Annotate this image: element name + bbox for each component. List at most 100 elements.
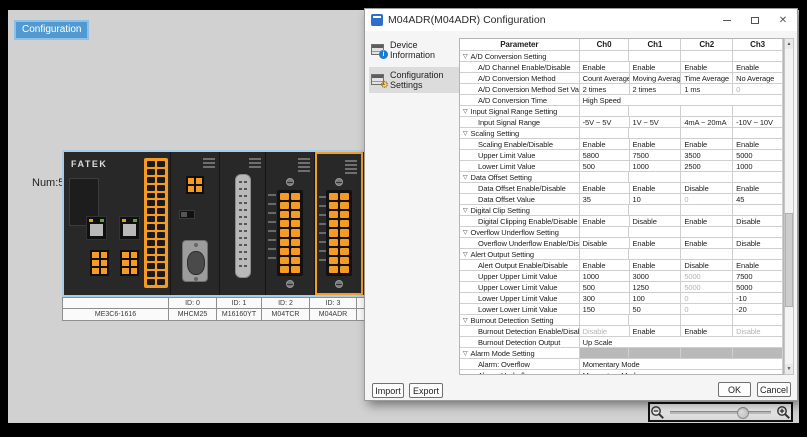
value-cell[interactable]: Enable [630, 260, 682, 271]
section-row[interactable]: ▽Input Signal Range Setting [460, 106, 783, 117]
value-cell[interactable]: Disable [580, 238, 630, 249]
value-cell[interactable] [580, 249, 630, 260]
value-cell[interactable]: 3500 [681, 150, 733, 161]
section-row[interactable]: ▽Digital Clip Setting [460, 205, 783, 216]
value-cell[interactable] [681, 205, 733, 216]
value-cell[interactable]: Enable [630, 326, 682, 337]
parameter-row[interactable]: Lower Limit Value500100025001000 [460, 161, 783, 172]
value-cell[interactable]: Enable [630, 62, 682, 73]
value-cell[interactable]: Enable [681, 139, 733, 150]
value-cell[interactable] [733, 348, 783, 359]
parameter-row[interactable]: Input Signal Range-5V ~ 5V1V ~ 5V4mA ~ 2… [460, 117, 783, 128]
value-cell[interactable]: -20 [733, 304, 783, 315]
value-cell[interactable]: 1000 [733, 161, 783, 172]
parameter-row[interactable]: Scaling Enable/DisableEnableEnableEnable… [460, 139, 783, 150]
value-cell[interactable]: Disable [733, 238, 783, 249]
value-cell[interactable]: Disable [681, 260, 733, 271]
value-cell[interactable] [681, 315, 733, 326]
parameter-row[interactable]: Data Offset Value3510045 [460, 194, 783, 205]
parameter-row[interactable]: Data Offset Enable/DisableEnableEnableDi… [460, 183, 783, 194]
value-cell[interactable]: 0 [681, 194, 733, 205]
value-cell[interactable] [580, 205, 630, 216]
value-cell[interactable]: Enable [733, 260, 783, 271]
value-cell[interactable]: Enable [580, 139, 630, 150]
parameter-row[interactable]: Alert Output Enable/DisableEnableEnableD… [460, 260, 783, 271]
section-row[interactable]: ▽Overflow Underflow Setting [460, 227, 783, 238]
value-cell[interactable]: Disable [733, 326, 783, 337]
value-cell[interactable] [580, 128, 630, 139]
parameter-row[interactable]: Upper Upper Limit Value1000300050007500 [460, 271, 783, 282]
value-cell[interactable]: -5V ~ 5V [580, 117, 630, 128]
section-row[interactable]: ▽Scaling Setting [460, 128, 783, 139]
value-cell[interactable]: 500 [580, 161, 630, 172]
value-cell[interactable]: Enable [630, 183, 682, 194]
value-cell[interactable] [629, 348, 681, 359]
parameter-row[interactable]: Overflow Underflow Enable/DisableDisable… [460, 238, 783, 249]
value-cell[interactable] [580, 51, 630, 62]
value-cell[interactable] [681, 51, 733, 62]
value-cell[interactable]: 300 [580, 293, 630, 304]
module-m16160yt[interactable] [220, 152, 266, 295]
value-cell[interactable] [629, 249, 681, 260]
sidebar-item-configuration-settings[interactable]: ⚙ Configuration Settings [369, 67, 459, 93]
collapse-icon[interactable]: ▽ [463, 130, 468, 137]
value-cell[interactable]: 5000 [681, 282, 733, 293]
value-cell[interactable] [629, 227, 681, 238]
cancel-button[interactable]: Cancel [757, 382, 791, 397]
section-row[interactable]: ▽Alarm Mode Setting [460, 348, 783, 359]
maximize-button[interactable] [741, 9, 769, 31]
value-cell[interactable] [580, 348, 630, 359]
value-cell[interactable]: Enable [630, 238, 682, 249]
value-cell[interactable]: 0 [681, 293, 733, 304]
value-cell[interactable]: 500 [580, 282, 630, 293]
parameter-row[interactable]: A/D Conversion TimeHigh Speed [460, 95, 783, 106]
value-cell[interactable]: Enable [733, 62, 783, 73]
collapse-icon[interactable]: ▽ [463, 229, 468, 236]
value-cell[interactable] [580, 172, 630, 183]
value-cell[interactable] [681, 172, 733, 183]
parameter-row[interactable]: Lower Upper Limit Value3001000-10 [460, 293, 783, 304]
parameter-row[interactable]: A/D Channel Enable/DisableEnableEnableEn… [460, 62, 783, 73]
value-cell[interactable] [733, 315, 783, 326]
value-cell[interactable]: 1V ~ 5V [630, 117, 682, 128]
parameter-row[interactable]: Digital Clipping Enable/DisableEnableDis… [460, 216, 783, 227]
value-cell[interactable]: No Average [733, 73, 783, 84]
value-cell[interactable]: 150 [580, 304, 630, 315]
value-cell[interactable]: 35 [580, 194, 630, 205]
module-cpu-me3c6-1616[interactable]: FATEK [64, 152, 171, 295]
value-cell[interactable]: 1 ms [681, 84, 733, 95]
value-cell[interactable]: 7500 [733, 271, 783, 282]
collapse-icon[interactable]: ▽ [463, 174, 468, 181]
value-cell[interactable]: -10 [733, 293, 783, 304]
scroll-up-icon[interactable]: ▲ [785, 39, 793, 49]
value-cell[interactable]: 5000 [733, 150, 783, 161]
value-cell[interactable]: -10V ~ 10V [733, 117, 783, 128]
collapse-icon[interactable]: ▽ [463, 251, 468, 258]
value-cell[interactable] [629, 205, 681, 216]
value-cell[interactable]: 1250 [630, 282, 682, 293]
value-cell[interactable]: Enable [580, 183, 630, 194]
value-cell[interactable] [681, 249, 733, 260]
section-row[interactable]: ▽Alert Output Setting [460, 249, 783, 260]
value-cell[interactable]: 5800 [580, 150, 630, 161]
value-cell[interactable]: 3000 [630, 271, 682, 282]
value-cell[interactable]: Enable [580, 216, 630, 227]
value-cell[interactable]: 4mA ~ 20mA [681, 117, 733, 128]
value-cell[interactable]: Enable [681, 216, 733, 227]
value-cell[interactable] [629, 106, 681, 117]
value-cell[interactable]: 7500 [630, 150, 682, 161]
sidebar-item-device-information[interactable]: i Device Information [369, 37, 459, 63]
value-cell[interactable] [681, 128, 733, 139]
value-cell[interactable]: Enable [733, 183, 783, 194]
value-cell[interactable]: Enable [580, 62, 630, 73]
value-cell[interactable]: Time Average [681, 73, 733, 84]
value-cell[interactable]: Disable [630, 216, 682, 227]
value-cell[interactable]: 100 [630, 293, 682, 304]
value-cell[interactable]: 2500 [681, 161, 733, 172]
value-cell[interactable]: 0 [733, 84, 783, 95]
minimize-button[interactable] [713, 9, 741, 31]
parameter-row[interactable]: A/D Conversion Method Set Value2 times2 … [460, 84, 783, 95]
zoom-slider-track[interactable] [670, 411, 771, 414]
collapse-icon[interactable]: ▽ [463, 350, 468, 357]
plc-device-strip[interactable]: FATEK [62, 150, 367, 297]
